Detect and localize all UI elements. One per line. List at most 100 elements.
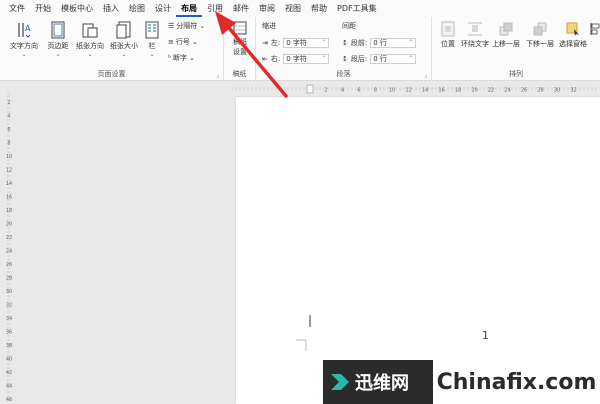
menu-tab-7[interactable]: 引用 — [202, 0, 228, 17]
wrap-text-label: 环绕文字 — [461, 40, 489, 48]
ruler-number: 46 — [6, 397, 12, 402]
text-direction-button[interactable]: A 文字方向 ⌄ — [6, 21, 42, 58]
vertical-ruler: 2468101214161820222426283032343638404244… — [6, 92, 12, 402]
menu-bar: 文件 开始 模板中心 插入 绘图 设计 布局 引用 邮件 审阅 视图 帮助 PDF工具集 — [0, 0, 600, 17]
margins-button[interactable]: 页边距 ⌄ — [44, 21, 72, 58]
ruler-number: 32 — [6, 303, 12, 309]
menu-tab-8[interactable]: 邮件 — [228, 0, 254, 17]
chevron-down-icon: ⌄ — [55, 51, 61, 58]
indent-left-input[interactable]: 0 字符 — [283, 38, 330, 48]
menu-tab-3[interactable]: 插入 — [98, 0, 124, 17]
selection-pane-icon — [566, 22, 579, 36]
watermark-left: 迅维网 — [323, 360, 433, 404]
line-numbers-icon: ≡ — [168, 38, 174, 46]
ruler-number: 4 — [341, 88, 344, 94]
menu-tab-2[interactable]: 模板中心 — [56, 0, 98, 17]
ruler-number: 30 — [6, 289, 12, 295]
ruler-number: 18 — [455, 88, 461, 94]
send-backward-label: 下移一层 — [526, 40, 554, 48]
wrap-text-icon — [468, 22, 482, 36]
ruler-number: 24 — [504, 88, 510, 94]
svg-text:A: A — [25, 24, 31, 33]
draft-paper-group: 稿纸 设置 稿纸 — [224, 17, 256, 81]
ruler-number: 24 — [6, 249, 12, 255]
ruler-number: 6 — [7, 127, 10, 133]
chinafix-logo-icon — [331, 374, 349, 390]
selection-pane-button[interactable]: 选择窗格 — [558, 21, 588, 49]
hyphenation-icon: ᵇ — [168, 54, 171, 62]
watermark-en-text: Chinafix.com — [436, 369, 597, 395]
indent-marker-icon[interactable] — [306, 84, 314, 94]
ruler-number: 4 — [7, 114, 10, 120]
page-number: 1 — [482, 329, 489, 342]
draft-paper-line1: 稿纸 — [233, 38, 247, 46]
arrange-label: 排列 — [509, 70, 523, 78]
watermark: 迅维网 Chinafix.com — [323, 360, 600, 404]
position-icon — [441, 21, 455, 37]
menu-tab-4[interactable]: 绘图 — [124, 0, 150, 17]
dialog-launcher-icon[interactable]: ⌟ — [424, 72, 427, 79]
columns-icon — [145, 21, 159, 39]
menu-tab-6[interactable]: 布局 — [176, 0, 202, 17]
spacing-before-icon: ↕ — [342, 39, 348, 47]
breaks-icon: ☰ — [168, 22, 175, 30]
align-button[interactable] — [590, 21, 600, 37]
ruler-number: 14 — [6, 181, 12, 187]
document-page[interactable]: 1 — [236, 97, 600, 404]
columns-label: 栏 — [148, 42, 156, 50]
ruler-number: 20 — [471, 88, 477, 94]
breaks-label: 分隔符 — [176, 22, 198, 30]
ruler-number: 34 — [6, 316, 12, 322]
chevron-down-icon: ⌄ — [87, 51, 93, 58]
ruler-number: 26 — [521, 88, 527, 94]
draft-paper-line2: 设置 — [233, 48, 247, 56]
indent-right-icon: ⇤ — [262, 55, 268, 63]
orientation-button[interactable]: 纸张方向 ⌄ — [74, 21, 106, 58]
draft-paper-button[interactable]: 稿纸 设置 — [228, 21, 252, 57]
draft-paper-label: 稿纸 — [232, 70, 247, 78]
text-direction-label: 文字方向 — [10, 42, 38, 50]
dialog-launcher-icon[interactable]: ⌟ — [216, 72, 219, 79]
indent-right-input[interactable]: 0 字符 — [283, 54, 330, 64]
send-backward-button[interactable]: 下移一层 — [524, 21, 556, 49]
ruler-number: 2 — [7, 100, 10, 106]
orientation-label: 纸张方向 — [76, 42, 104, 50]
size-button[interactable]: 纸张大小 ⌄ — [108, 21, 140, 58]
ruler-number: 16 — [6, 195, 12, 201]
menu-tab-5[interactable]: 设计 — [150, 0, 176, 17]
paragraph-group: 缩进 间距 ⇥ 左: 0 字符 ⇤ 右: 0 字符 ↕ 段前: 0 行 ↕ 段后… — [256, 17, 432, 81]
margins-label: 页边距 — [47, 42, 69, 50]
position-button[interactable]: 位置 — [436, 21, 460, 49]
arrange-group: 位置 环绕文字 上移一层 下移一层 选择窗格 排列 — [432, 17, 600, 81]
spacing-before-input[interactable]: 0 行 — [370, 38, 417, 48]
menu-tab-9[interactable]: 审阅 — [254, 0, 280, 17]
spacing-after-icon: ↕ — [342, 55, 348, 63]
columns-button[interactable]: 栏 ⌄ — [142, 21, 162, 58]
ruler-number: 10 — [389, 88, 395, 94]
page-setup-group: A 文字方向 ⌄ 页边距 ⌄ 纸张方向 ⌄ 纸张大小 ⌄ 栏 ⌄ ☰ 分隔符 ⌄… — [0, 17, 224, 81]
wrap-text-button[interactable]: 环绕文字 — [460, 21, 490, 49]
ruler-number: 2 — [324, 88, 327, 94]
bring-forward-button[interactable]: 上移一层 — [490, 21, 522, 49]
menu-tab-11[interactable]: 帮助 — [306, 0, 332, 17]
text-cursor-icon — [296, 315, 311, 351]
breaks-button[interactable]: ☰ 分隔符 ⌄ — [168, 21, 205, 31]
chevron-down-icon: ⌄ — [199, 22, 206, 30]
menu-tab-12[interactable]: PDF工具集 — [332, 0, 382, 17]
ruler-number: 38 — [6, 343, 12, 349]
watermark-right: Chinafix.com — [433, 360, 600, 404]
horizontal-ruler: 2 4 6 8 10 12 14 16 18 20 22 24 26 28 30 32 — [232, 84, 597, 94]
ruler-number: 22 — [488, 88, 494, 94]
chevron-down-icon: ⌄ — [21, 51, 27, 58]
ruler-number: 32 — [570, 88, 576, 94]
spacing-before-label: 段前: — [350, 39, 368, 47]
menu-tab-0[interactable]: 文件 — [4, 0, 30, 17]
menu-tab-1[interactable]: 开始 — [30, 0, 56, 17]
chevron-down-icon: ⌄ — [149, 51, 155, 58]
hyphenation-button[interactable]: ᵇ 断字 ⌄ — [168, 53, 195, 63]
spacing-after-spinner: ↕ 段后: 0 行 — [342, 54, 417, 64]
size-label: 纸张大小 — [110, 42, 138, 50]
menu-tab-10[interactable]: 视图 — [280, 0, 306, 17]
spacing-after-input[interactable]: 0 行 — [370, 54, 417, 64]
line-numbers-button[interactable]: ≡ 行号 ⌄ — [168, 37, 198, 47]
